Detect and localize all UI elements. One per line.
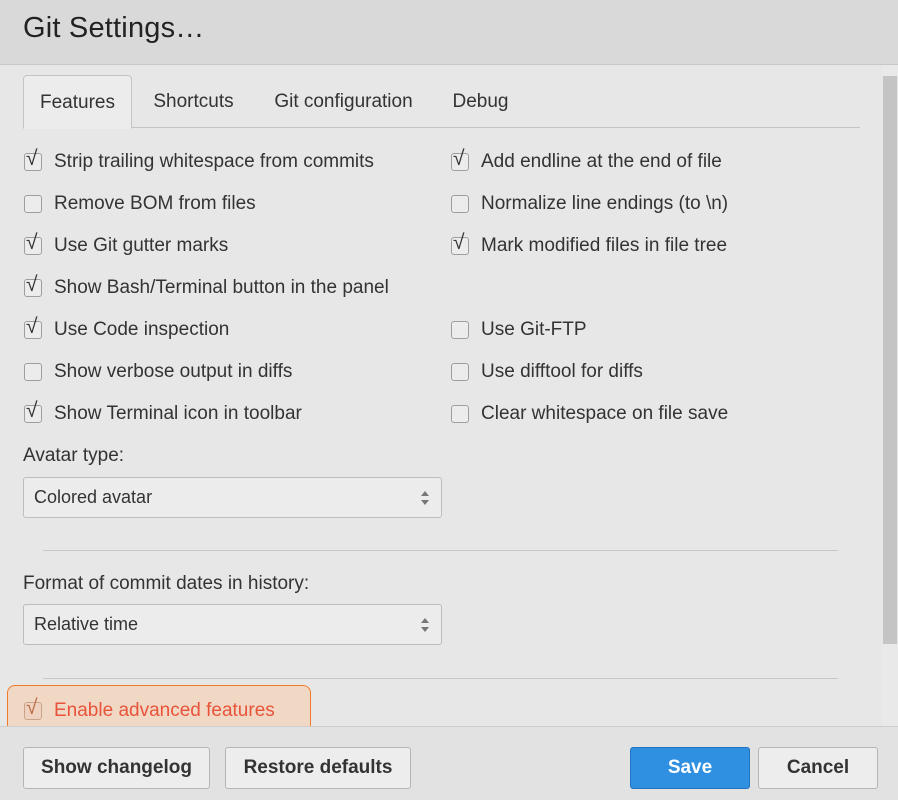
option-add-endline[interactable]: √ Add endline at the end of file: [451, 147, 722, 177]
checkmark-icon: √: [26, 231, 38, 254]
tab-debug[interactable]: Debug: [443, 75, 518, 128]
option-code-inspection[interactable]: √ Use Code inspection: [24, 315, 229, 345]
checkbox[interactable]: [451, 405, 469, 423]
avatar-type-label: Avatar type:: [23, 445, 125, 466]
option-terminal-icon-toolbar[interactable]: √ Show Terminal icon in toolbar: [24, 399, 302, 429]
option-label: Show Terminal icon in toolbar: [54, 403, 302, 424]
checkbox[interactable]: √: [451, 231, 469, 255]
option-label: Enable advanced features: [54, 700, 275, 721]
option-label: Use difftool for diffs: [481, 361, 643, 382]
option-remove-bom[interactable]: Remove BOM from files: [24, 189, 256, 219]
checkbox[interactable]: √: [24, 315, 42, 339]
date-format-label: Format of commit dates in history:: [23, 573, 310, 594]
checkbox[interactable]: √: [24, 231, 42, 255]
option-mark-modified-files[interactable]: √ Mark modified files in file tree: [451, 231, 727, 261]
checkbox[interactable]: [24, 363, 42, 381]
save-button[interactable]: Save: [630, 747, 750, 789]
option-enable-advanced-features[interactable]: √ Enable advanced features: [24, 696, 275, 726]
option-label: Show Bash/Terminal button in the panel: [54, 277, 389, 298]
option-verbose-diff-output[interactable]: Show verbose output in diffs: [24, 357, 292, 387]
checkmark-icon: √: [453, 147, 465, 170]
option-show-bash-terminal-button[interactable]: √ Show Bash/Terminal button in the panel: [24, 273, 389, 303]
option-label: Add endline at the end of file: [481, 151, 722, 172]
section-divider: [43, 678, 838, 679]
option-strip-trailing-whitespace[interactable]: √ Strip trailing whitespace from commits: [24, 147, 374, 177]
section-divider: [43, 550, 838, 551]
checkmark-icon: √: [26, 696, 38, 719]
updown-arrows-icon: [421, 491, 429, 505]
option-label: Show verbose output in diffs: [54, 361, 293, 382]
tab-features[interactable]: Features: [23, 75, 132, 129]
option-clear-whitespace-on-save[interactable]: Clear whitespace on file save: [451, 399, 728, 429]
checkmark-icon: √: [26, 147, 38, 170]
checkbox[interactable]: √: [24, 273, 42, 297]
tab-shortcuts[interactable]: Shortcuts: [141, 75, 246, 128]
option-label: Normalize line endings (to \n): [481, 193, 729, 214]
option-label: Remove BOM from files: [54, 193, 256, 214]
option-git-gutter-marks[interactable]: √ Use Git gutter marks: [24, 231, 228, 261]
option-difftool[interactable]: Use difftool for diffs: [451, 357, 643, 387]
option-label: Use Code inspection: [54, 319, 230, 340]
date-format-select[interactable]: Relative time: [23, 604, 442, 645]
cancel-button[interactable]: Cancel: [758, 747, 878, 789]
checkbox[interactable]: [24, 195, 42, 213]
checkmark-icon: √: [26, 399, 38, 422]
avatar-type-value: Colored avatar: [34, 487, 153, 507]
dialog-header: Git Settings…: [0, 0, 898, 65]
checkbox[interactable]: √: [451, 147, 469, 171]
checkbox[interactable]: √: [24, 399, 42, 423]
option-label: Mark modified files in file tree: [481, 235, 728, 256]
updown-arrows-icon: [421, 618, 429, 632]
date-format-value: Relative time: [34, 614, 139, 634]
checkmark-icon: √: [26, 273, 38, 296]
option-git-ftp[interactable]: Use Git-FTP: [451, 315, 587, 345]
checkbox[interactable]: √: [24, 696, 42, 720]
option-label: Strip trailing whitespace from commits: [54, 151, 374, 172]
checkbox[interactable]: [451, 363, 469, 381]
checkbox[interactable]: [451, 195, 469, 213]
show-changelog-button[interactable]: Show changelog: [23, 747, 210, 789]
option-normalize-line-endings[interactable]: Normalize line endings (to \n): [451, 189, 728, 219]
avatar-type-select[interactable]: Colored avatar: [23, 477, 442, 518]
option-label: Use Git-FTP: [481, 319, 587, 340]
checkbox[interactable]: √: [24, 147, 42, 171]
option-label: Use Git gutter marks: [54, 235, 229, 256]
checkbox[interactable]: [451, 321, 469, 339]
checkmark-icon: √: [453, 231, 465, 254]
checkmark-icon: √: [26, 315, 38, 338]
option-label: Clear whitespace on file save: [481, 403, 729, 424]
restore-defaults-button[interactable]: Restore defaults: [225, 747, 411, 789]
dialog-title: Git Settings…: [23, 12, 205, 44]
scrollbar-thumb[interactable]: [883, 76, 897, 644]
tab-bar: Features Shortcuts Git configuration Deb…: [23, 75, 860, 129]
tab-git-configuration[interactable]: Git configuration: [263, 75, 424, 128]
